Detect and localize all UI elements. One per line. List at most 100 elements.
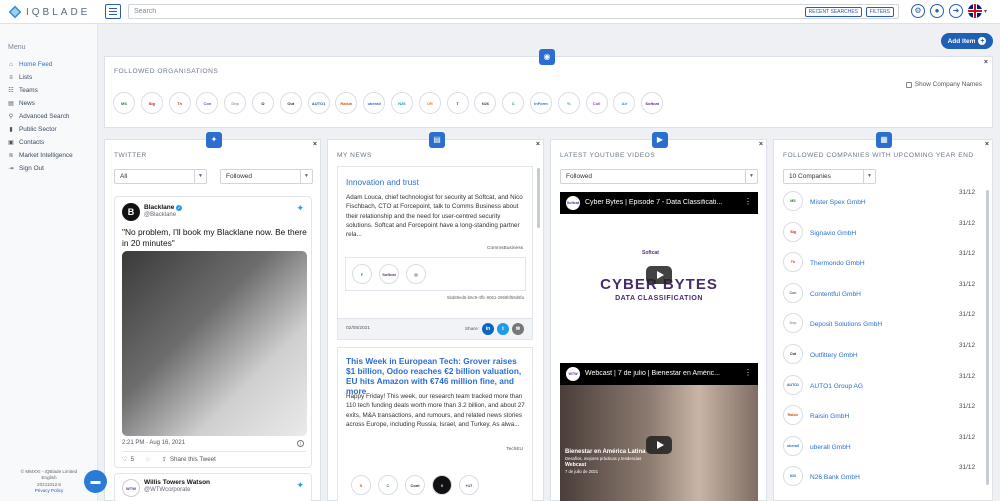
organisation-logo[interactable]: Sig	[140, 92, 163, 114]
company-logo[interactable]: F	[352, 264, 372, 284]
organisation-logo[interactable]: Con	[196, 92, 219, 114]
company-name[interactable]: Outfittery GmbH	[810, 352, 858, 359]
company-logo[interactable]: uberall	[783, 435, 803, 456]
sidebar-item-contacts[interactable]: ▣ Contacts	[8, 136, 73, 149]
avatar[interactable]: B	[122, 203, 140, 221]
share-tweet-button[interactable]: ⇪ Share this Tweet	[162, 456, 216, 463]
recent-searches-button[interactable]: RECENT SEARCHES	[804, 7, 862, 17]
company-name[interactable]: Mister Spex GmbH	[810, 199, 866, 206]
info-icon[interactable]: i	[297, 440, 304, 447]
privacy-policy-link[interactable]: Privacy Policy	[0, 488, 98, 494]
organisation-logo[interactable]: Dep	[224, 92, 247, 114]
close-icon[interactable]: ×	[984, 59, 988, 66]
organisation-logo[interactable]: C	[502, 92, 525, 114]
twitter-bird-icon[interactable]: ✦	[296, 480, 304, 491]
video-title[interactable]: Webcast | 7 de julio | Bienestar en Amér…	[585, 370, 745, 377]
news-headline[interactable]: This Week in European Tech: Grover raise…	[346, 356, 526, 396]
organisation-logo[interactable]: Air	[613, 92, 636, 114]
company-count-select[interactable]: 10 Companies ▼	[783, 169, 876, 184]
organisation-logo[interactable]: InForm	[529, 92, 552, 114]
avatar[interactable]: WTW	[122, 479, 140, 497]
user-profile-icon[interactable]: ●	[930, 4, 944, 18]
company-list-item[interactable]: N26 N26 Bank GmbH 31/12	[783, 463, 983, 494]
company-logo[interactable]: Sig	[783, 221, 803, 242]
organisation-logo[interactable]: MS	[113, 92, 135, 114]
company-logo[interactable]: MS	[783, 191, 803, 211]
app-logo[interactable]: IQBLADE	[8, 5, 90, 19]
like-button[interactable]: ♡ 5	[122, 456, 134, 463]
channel-avatar[interactable]: Softcat	[566, 196, 580, 210]
company-logo[interactable]: ▦	[406, 264, 426, 284]
organisation-logo[interactable]: Th	[168, 92, 191, 114]
company-logo[interactable]: //	[432, 475, 452, 495]
scrollbar[interactable]	[986, 190, 989, 485]
sidebar-item-advanced-search[interactable]: ⚲ Advanced Search	[8, 110, 73, 123]
linkedin-icon[interactable]: in	[482, 323, 494, 335]
tweet-author[interactable]: Blacklane ✓	[144, 204, 183, 211]
company-name[interactable]: Deposit Solutions GmbH	[810, 321, 882, 328]
sign-out-icon[interactable]: ➜	[949, 4, 963, 18]
company-name[interactable]: N26 Bank GmbH	[810, 474, 860, 481]
youtube-video[interactable]: Softcat CYBER BYTES DATA CLASSIFICATION …	[560, 192, 758, 358]
organisation-logo[interactable]: Coll	[585, 92, 608, 114]
organisation-logo[interactable]: OR	[418, 92, 441, 114]
twitter-share-icon[interactable]: t	[497, 323, 509, 335]
company-logo[interactable]: Th	[783, 252, 803, 273]
organisation-logo[interactable]: uberall	[363, 92, 386, 114]
sidebar-item-lists[interactable]: ≡ Lists	[8, 71, 73, 84]
close-icon[interactable]: ×	[313, 141, 317, 148]
email-icon[interactable]: ✉	[512, 323, 524, 335]
sidebar-item-sign-out[interactable]: ⇥ Sign Out	[8, 162, 73, 175]
video-title[interactable]: Cyber Bytes | Episode 7 - Data Classific…	[585, 199, 745, 206]
language-caret-icon[interactable]: ▾	[984, 8, 987, 15]
play-icon[interactable]	[646, 266, 672, 284]
tweet-author-name[interactable]: Willis Towers Watson	[144, 479, 210, 486]
company-name[interactable]: AUTO1 Group AG	[810, 383, 863, 390]
tweet-datetime[interactable]: 2:21 PM · Aug 16, 2021	[122, 440, 185, 446]
company-logo[interactable]: Dep	[783, 313, 803, 334]
company-logo[interactable]: S	[351, 475, 371, 495]
youtube-mode-select[interactable]: Followed ▼	[560, 169, 758, 184]
company-logo[interactable]: AUTO1	[783, 374, 803, 395]
organisation-logo[interactable]: O	[251, 92, 274, 114]
settings-gear-icon[interactable]: ⚙	[911, 4, 925, 18]
company-name[interactable]: uberall GmbH	[810, 444, 851, 451]
more-options-icon[interactable]: ⋮	[744, 197, 752, 206]
company-list-item[interactable]: MS Mister Spex GmbH 31/12	[783, 188, 983, 219]
twitter-bird-icon[interactable]: ✦	[296, 203, 304, 214]
organisation-logo[interactable]: T	[446, 92, 469, 114]
organisation-logo[interactable]: %	[557, 92, 580, 114]
organisation-logo[interactable]: N26	[390, 92, 413, 114]
company-name[interactable]: Contentful GmbH	[810, 291, 861, 298]
channel-avatar[interactable]: WTW	[566, 367, 580, 381]
organisation-logo[interactable]: AUTO1	[307, 92, 330, 114]
reply-button[interactable]: ◌	[146, 456, 150, 463]
company-list-item[interactable]: Dep Deposit Solutions GmbH 31/12	[783, 310, 983, 341]
close-icon[interactable]: ×	[759, 141, 763, 148]
company-list-item[interactable]: uberall uberall GmbH 31/12	[783, 433, 983, 464]
show-names-checkbox[interactable]	[905, 81, 912, 88]
sidebar-item-home-feed[interactable]: ⌂ Home Feed	[8, 58, 73, 71]
menu-toggle-button[interactable]	[105, 4, 121, 19]
company-logo[interactable]: Cont	[405, 475, 425, 495]
company-logo[interactable]: Raisin	[783, 405, 803, 426]
company-list-item[interactable]: Out Outfittery GmbH 31/12	[783, 341, 983, 372]
organisation-logo[interactable]: Softcat	[641, 92, 664, 114]
sidebar-item-market-intelligence[interactable]: ≋ Market Intelligence	[8, 149, 72, 162]
scrollbar[interactable]	[537, 168, 540, 228]
youtube-video[interactable]: WTW Webcast | 7 de julio | Bienestar en …	[560, 363, 758, 501]
company-list-item[interactable]: Th Thermondo GmbH 31/12	[783, 249, 983, 280]
company-logo[interactable]: N26	[783, 466, 803, 487]
company-list-item[interactable]: AUTO1 AUTO1 Group AG 31/12	[783, 372, 983, 403]
play-icon[interactable]	[646, 436, 672, 454]
company-list-item[interactable]: Raisin Raisin GmbH 31/12	[783, 402, 983, 433]
company-logo[interactable]: C	[378, 475, 398, 495]
tweet-card[interactable]: B Blacklane ✓ @Blacklane ✦ "No problem, …	[114, 196, 312, 468]
organisation-logo[interactable]: Raisin	[335, 92, 358, 114]
search-input[interactable]	[129, 5, 898, 18]
company-list-item[interactable]: Con Contentful GmbH 31/12	[783, 280, 983, 311]
news-article[interactable]: Innovation and trust Adam Louca, chief t…	[337, 166, 533, 340]
company-list-item[interactable]: Sig Signavio GmbH 31/12	[783, 219, 983, 250]
organisation-logo[interactable]: Out	[279, 92, 302, 114]
news-headline[interactable]: Innovation and trust	[346, 177, 526, 187]
